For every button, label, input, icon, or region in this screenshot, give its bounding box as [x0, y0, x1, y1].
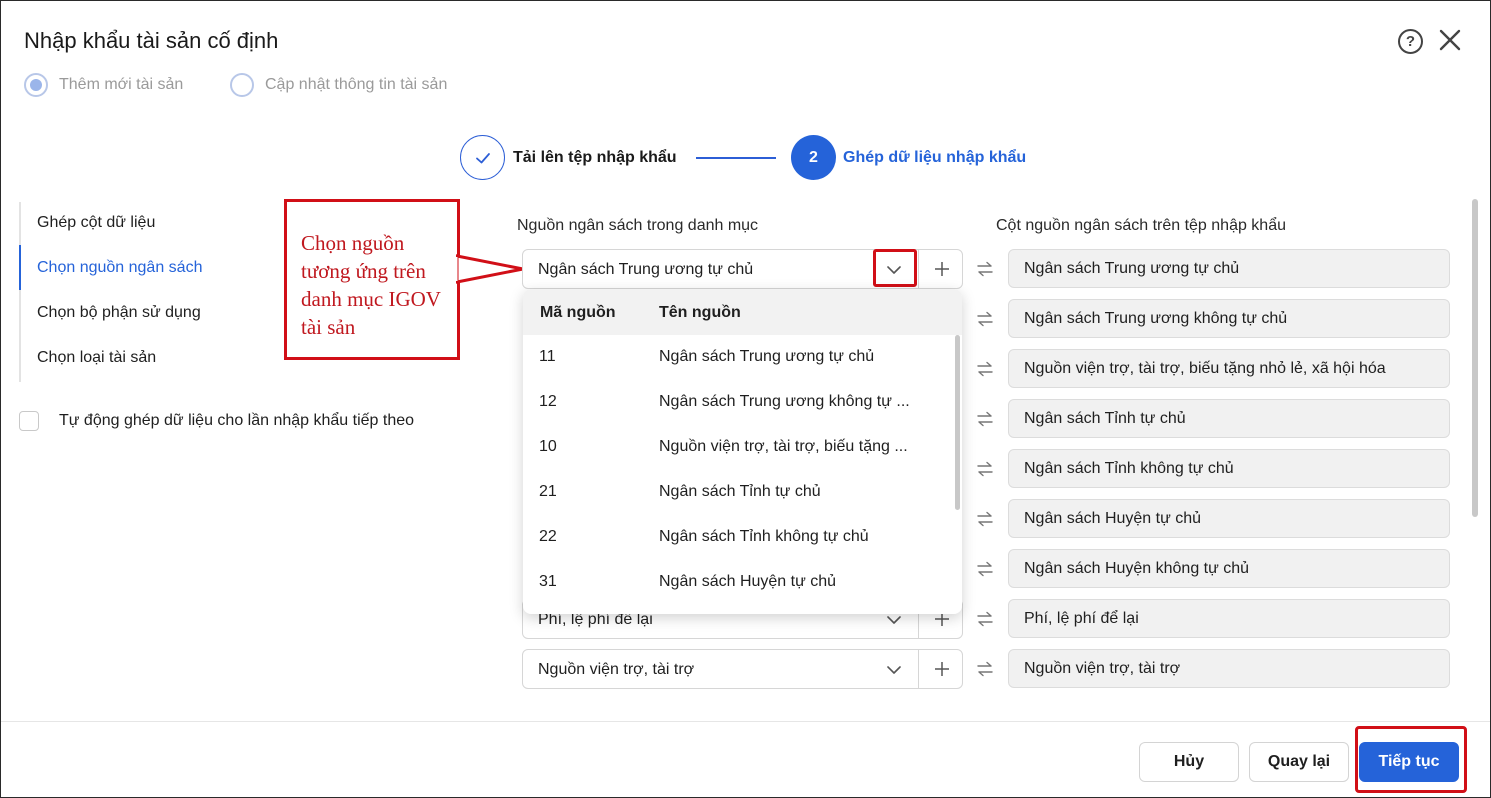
main-scrollbar[interactable]: [1472, 199, 1478, 517]
option-name: Ngân sách Tỉnh không tự chủ: [659, 528, 869, 545]
left-column-header: Nguồn ngân sách trong danh mục: [517, 217, 759, 234]
swap-arrows-icon: [977, 261, 993, 277]
swap-arrows-icon: [977, 311, 993, 327]
step-2-number: 2: [791, 135, 836, 180]
option-name: Nguồn viện trợ, tài trợ, biếu tặng ...: [659, 438, 908, 455]
dropdown-option[interactable]: 11 Ngân sách Trung ương tự chủ: [523, 335, 953, 380]
auto-match-option[interactable]: Tự động ghép dữ liệu cho lần nhập khẩu t…: [19, 411, 414, 431]
dropdown-header: Mã nguồn Tên nguồn: [523, 289, 962, 335]
step-1-check-icon: [460, 135, 505, 180]
radio-selected-icon: [24, 73, 48, 97]
chevron-down-icon[interactable]: [883, 659, 905, 681]
dropdown-option[interactable]: 21 Ngân sách Tỉnh tự chủ: [523, 470, 953, 515]
plus-icon[interactable]: [931, 258, 953, 280]
budget-source-dropdown: Mã nguồn Tên nguồn 11 Ngân sách Trung ươ…: [523, 289, 962, 614]
target-column-field: Ngân sách Huyện tự chủ: [1008, 499, 1450, 538]
option-code: 21: [539, 483, 557, 500]
continue-highlight-box: [1355, 726, 1467, 793]
dropdown-option[interactable]: 31 Ngân sách Huyện tự chủ: [523, 560, 953, 605]
swap-arrows-icon: [977, 611, 993, 627]
budget-select-value[interactable]: Nguồn viện trợ, tài trợ: [538, 661, 694, 679]
option-code: 10: [539, 438, 557, 455]
right-column-header: Cột nguồn ngân sách trên tệp nhập khẩu: [996, 217, 1286, 234]
dropdown-option[interactable]: 22 Ngân sách Tỉnh không tự chủ: [523, 515, 953, 560]
target-column-field: Phí, lệ phí để lại: [1008, 599, 1450, 638]
option-name: Ngân sách Trung ương tự chủ: [659, 348, 875, 365]
dropdown-scrollbar[interactable]: [955, 335, 960, 510]
select-divider: [918, 650, 919, 688]
annotation-arrow: [456, 254, 524, 284]
target-column-field: Ngân sách Huyện không tự chủ: [1008, 549, 1450, 588]
target-column-field: Ngân sách Trung ương không tự chủ: [1008, 299, 1450, 338]
dropdown-col-name: Tên nguồn: [659, 304, 741, 321]
target-column-field: Ngân sách Trung ương tự chủ: [1008, 249, 1450, 288]
close-icon[interactable]: [1436, 26, 1464, 54]
dropdown-option[interactable]: 10 Nguồn viện trợ, tài trợ, biếu tặng ..…: [523, 425, 953, 470]
option-name: Ngân sách Huyện tự chủ: [659, 573, 837, 590]
option-name: Ngân sách Tỉnh tự chủ: [659, 483, 821, 500]
step-connector: [696, 157, 776, 159]
swap-arrows-icon: [977, 661, 993, 677]
target-column-field: Ngân sách Tỉnh tự chủ: [1008, 399, 1450, 438]
option-name: Ngân sách Trung ương không tự ...: [659, 393, 910, 410]
option-code: 31: [539, 573, 557, 590]
chevron-highlight-box: [873, 249, 917, 287]
radio-update-info[interactable]: Cập nhật thông tin tài sản: [230, 73, 447, 97]
radio-label: Thêm mới tài sản: [59, 76, 184, 93]
nav-item-department[interactable]: Chọn bộ phận sử dụng: [37, 304, 201, 322]
target-column-field: Ngân sách Tỉnh không tự chủ: [1008, 449, 1450, 488]
step-2-label: Ghép dữ liệu nhập khẩu: [843, 149, 1027, 166]
auto-match-checkbox[interactable]: [19, 411, 39, 431]
nav-item-match-columns[interactable]: Ghép cột dữ liệu: [37, 214, 155, 232]
select-divider: [918, 250, 919, 288]
back-button[interactable]: Quay lại: [1249, 742, 1349, 782]
dropdown-col-code: Mã nguồn: [540, 304, 616, 321]
swap-arrows-icon: [977, 561, 993, 577]
swap-arrows-icon: [977, 461, 993, 477]
dropdown-option[interactable]: 12 Ngân sách Trung ương không tự ...: [523, 380, 953, 425]
annotation-callout: Chọn nguồn tương ứng trên danh mục IGOV …: [284, 199, 460, 360]
dialog-title: Nhập khẩu tài sản cố định: [24, 28, 279, 53]
question-circle-icon[interactable]: ?: [1398, 29, 1423, 54]
nav-item-asset-type[interactable]: Chọn loại tài sản: [37, 349, 156, 367]
nav-item-budget-source[interactable]: Chọn nguồn ngân sách: [37, 259, 202, 277]
radio-add-new[interactable]: Thêm mới tài sản: [24, 73, 183, 97]
cancel-button[interactable]: Hủy: [1139, 742, 1239, 782]
option-code: 11: [539, 348, 556, 365]
radio-unselected-icon: [230, 73, 254, 97]
swap-arrows-icon: [977, 511, 993, 527]
budget-select-value[interactable]: Ngân sách Trung ương tự chủ: [538, 261, 753, 279]
target-column-field: Nguồn viện trợ, tài trợ: [1008, 649, 1450, 688]
auto-match-label: Tự động ghép dữ liệu cho lần nhập khẩu t…: [59, 412, 415, 429]
nav-active-indicator: [19, 245, 21, 290]
budget-select-row: Nguồn viện trợ, tài trợ: [522, 649, 963, 689]
option-code: 12: [539, 393, 557, 410]
swap-arrows-icon: [977, 361, 993, 377]
radio-label: Cập nhật thông tin tài sản: [265, 76, 448, 93]
budget-select[interactable]: Nguồn viện trợ, tài trợ: [522, 649, 963, 689]
swap-arrows-icon: [977, 411, 993, 427]
step-1-label: Tải lên tệp nhập khẩu: [513, 149, 677, 166]
option-code: 22: [539, 528, 557, 545]
target-column-field: Nguồn viện trợ, tài trợ, biếu tặng nhỏ l…: [1008, 349, 1450, 388]
left-nav: Ghép cột dữ liệu Chọn nguồn ngân sách Ch…: [19, 202, 269, 382]
plus-icon[interactable]: [931, 658, 953, 680]
